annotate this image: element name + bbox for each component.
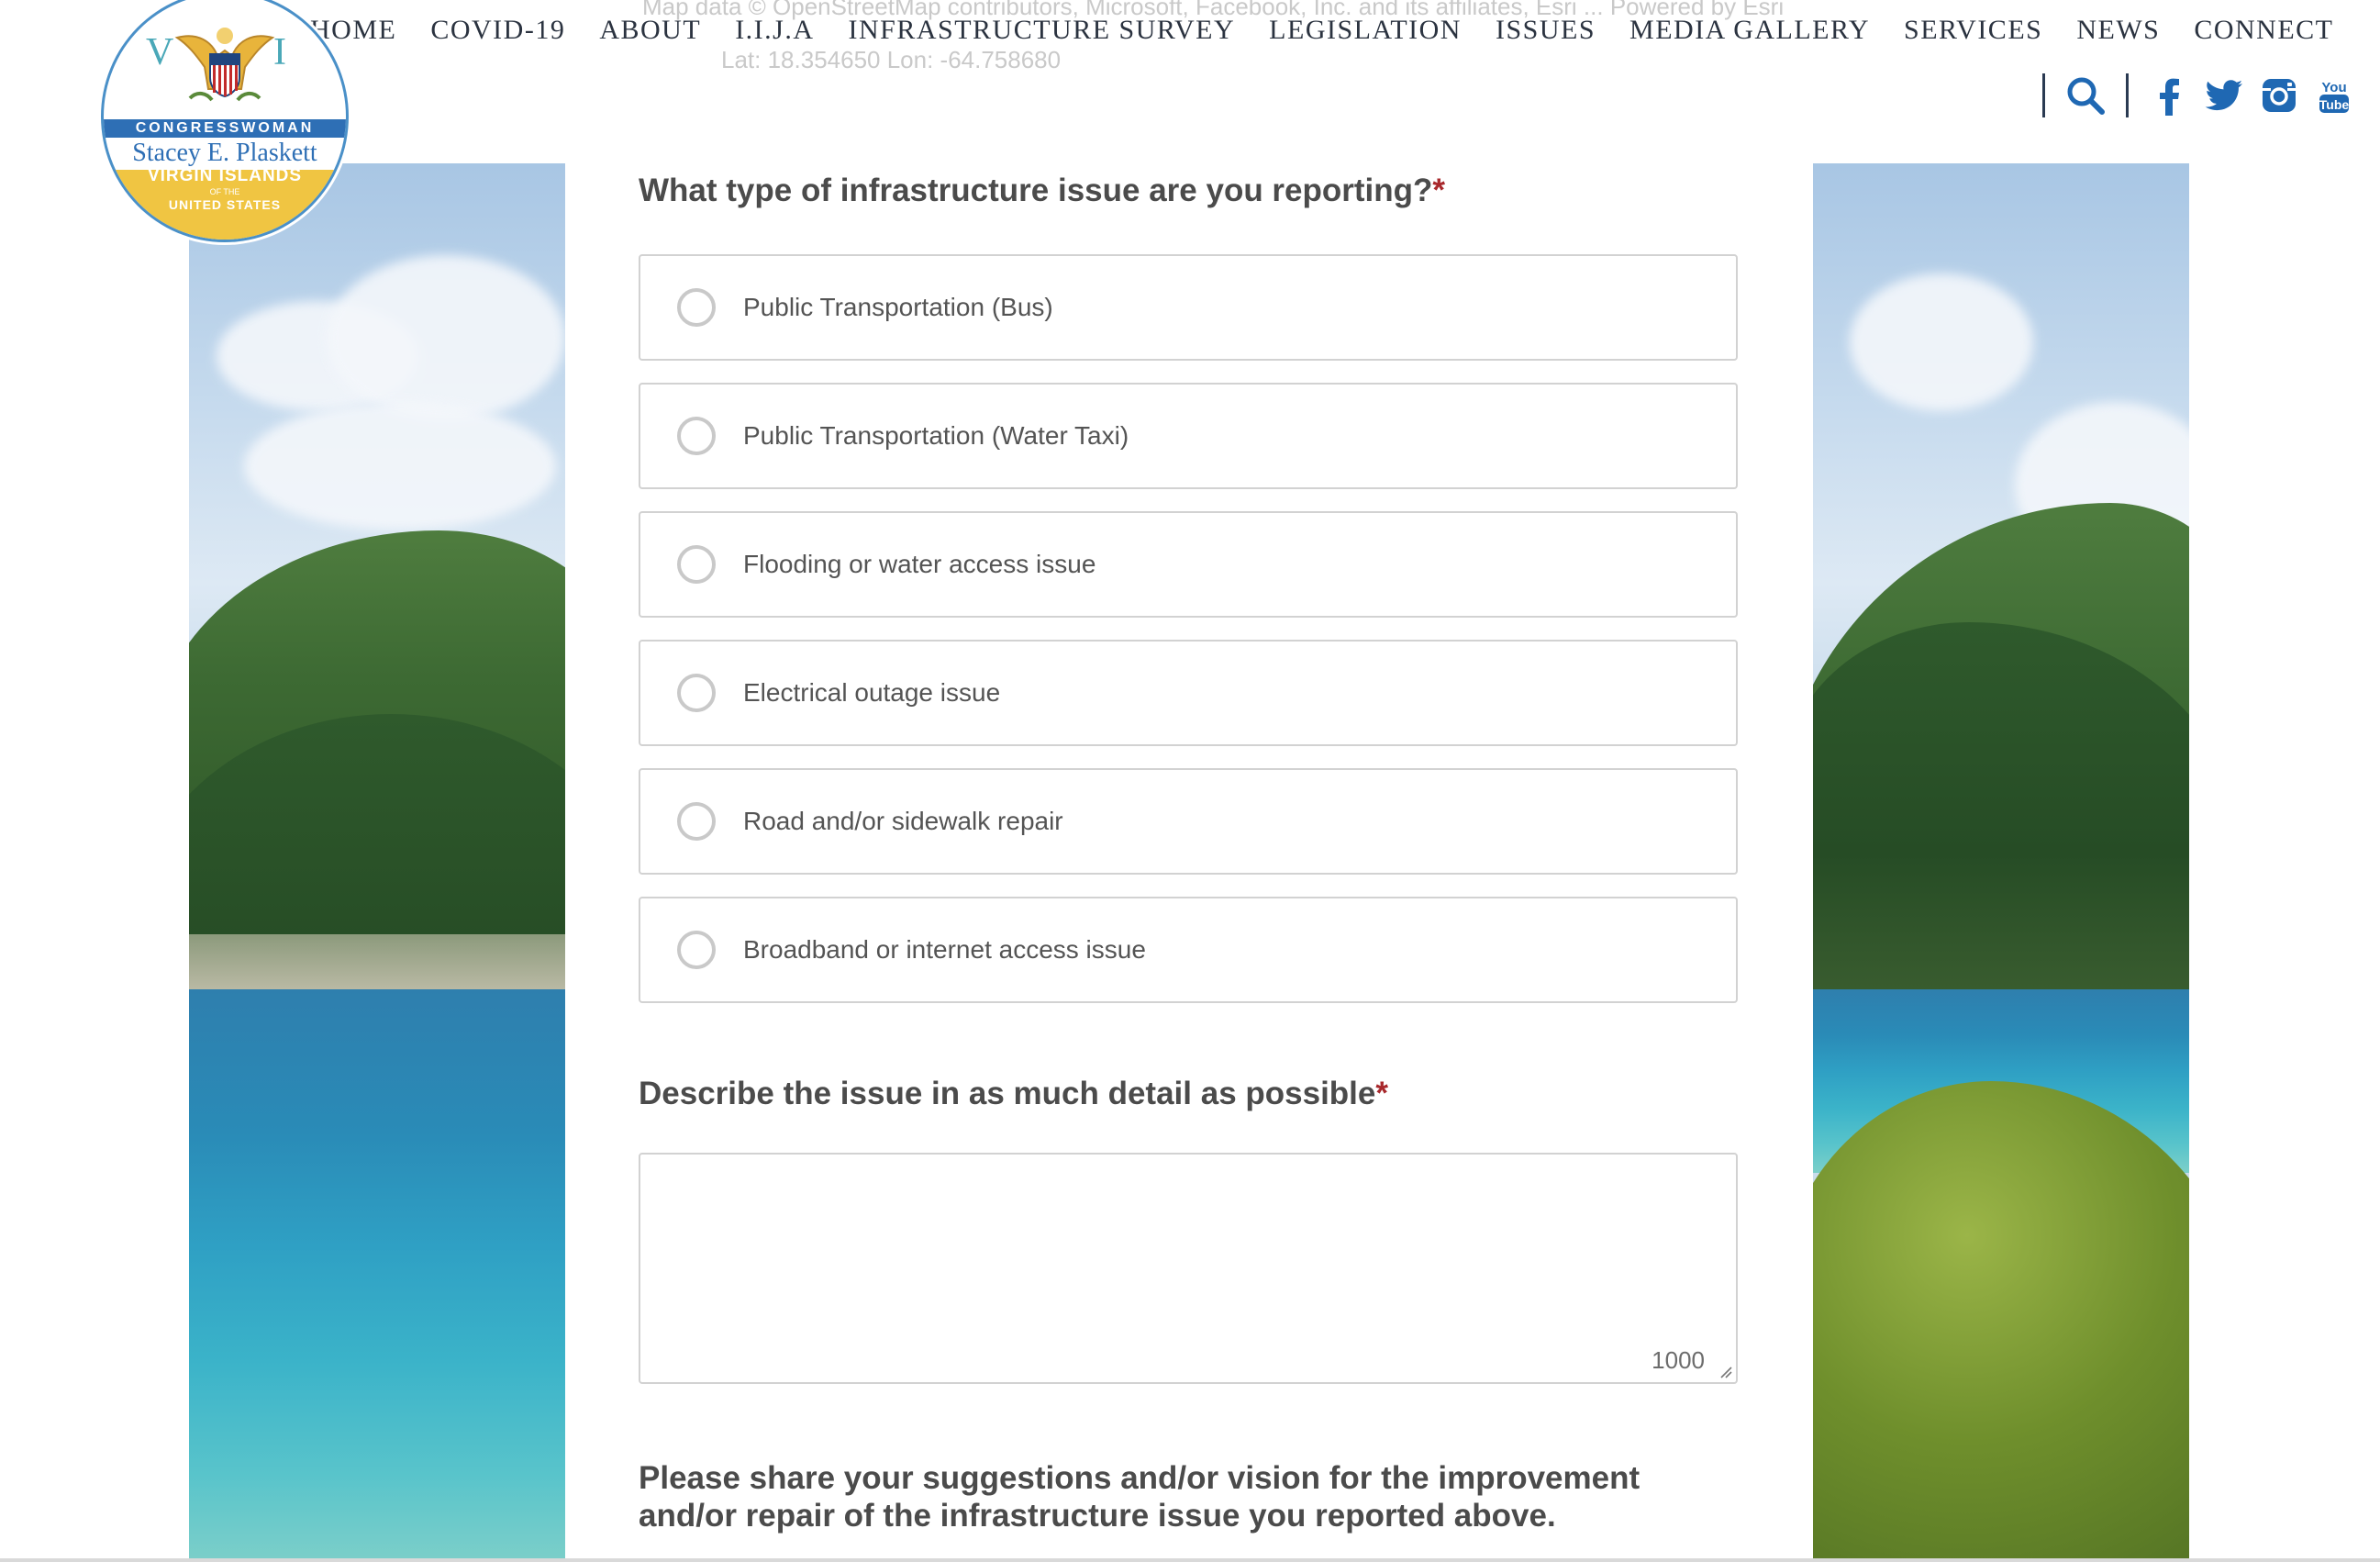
option-road-sidewalk[interactable]: Road and/or sidewalk repair <box>639 768 1738 875</box>
background-scenery-left <box>189 163 565 1562</box>
facebook-icon[interactable] <box>2149 75 2189 116</box>
infrastructure-survey-form: What type of infrastructure issue are yo… <box>565 163 1813 1562</box>
question-text: Describe the issue in as much detail as … <box>639 1076 1376 1111</box>
twitter-icon[interactable] <box>2204 75 2244 116</box>
radio-button[interactable] <box>677 417 716 455</box>
nav-media-gallery[interactable]: MEDIA GALLERY <box>1629 15 1870 46</box>
eagle-seal-icon <box>174 28 275 102</box>
required-marker: * <box>1375 1076 1388 1111</box>
divider <box>2042 73 2045 117</box>
main-nav: HOME COVID-19 ABOUT I.I.J.A INFRASTRUCTU… <box>310 15 2334 46</box>
logo-country: UNITED STATES <box>168 197 282 212</box>
divider <box>2126 73 2129 117</box>
background-scenery-right <box>1813 163 2189 1562</box>
option-label: Public Transportation (Water Taxi) <box>743 421 1129 450</box>
character-counter: 1000 <box>1652 1346 1705 1374</box>
option-label: Flooding or water access issue <box>743 550 1096 578</box>
option-label: Broadband or internet access issue <box>743 935 1146 964</box>
nav-about[interactable]: ABOUT <box>599 15 701 46</box>
question-text: What type of infrastructure issue are yo… <box>639 173 1433 208</box>
youtube-bottom-text: Tube <box>2319 97 2350 112</box>
logo-region: VIRGIN ISLANDS <box>147 166 303 185</box>
nav-issues[interactable]: ISSUES <box>1496 15 1596 46</box>
youtube-icon[interactable]: You Tube <box>2314 75 2354 116</box>
resize-handle-icon[interactable] <box>1718 1364 1732 1378</box>
radio-button[interactable] <box>677 288 716 327</box>
question-suggestions: Please share your suggestions and/or vis… <box>639 1460 1640 1534</box>
window-bottom-edge <box>0 1558 2380 1562</box>
search-icon[interactable] <box>2065 75 2106 116</box>
logo-of-the: OF THE <box>209 187 240 196</box>
radio-button[interactable] <box>677 674 716 712</box>
nav-connect[interactable]: CONNECT <box>2194 15 2333 46</box>
radio-button[interactable] <box>677 545 716 584</box>
nav-services[interactable]: SERVICES <box>1904 15 2042 46</box>
option-label: Road and/or sidewalk repair <box>743 807 1063 835</box>
required-marker: * <box>1432 173 1446 208</box>
congresswoman-logo[interactable]: V I CONGRESSWOMAN Stacey E. Plaskett VIR… <box>101 0 349 242</box>
option-label: Electrical outage issue <box>743 678 1001 707</box>
social-toolbar: You Tube <box>2022 73 2369 117</box>
nav-covid-19[interactable]: COVID-19 <box>430 15 565 46</box>
nav-news[interactable]: NEWS <box>2076 15 2160 46</box>
logo-title: CONGRESSWOMAN <box>104 119 346 138</box>
issue-description-textarea[interactable]: 1000 <box>639 1153 1738 1384</box>
logo-name: Stacey E. Plaskett <box>132 139 317 167</box>
option-bus[interactable]: Public Transportation (Bus) <box>639 254 1738 361</box>
option-broadband[interactable]: Broadband or internet access issue <box>639 897 1738 1003</box>
youtube-top-text: You <box>2321 80 2346 95</box>
option-label: Public Transportation (Bus) <box>743 293 1053 321</box>
option-electrical-outage[interactable]: Electrical outage issue <box>639 640 1738 746</box>
instagram-icon[interactable] <box>2259 75 2299 116</box>
radio-button[interactable] <box>677 931 716 969</box>
option-water-taxi[interactable]: Public Transportation (Water Taxi) <box>639 383 1738 489</box>
nav-legislation[interactable]: LEGISLATION <box>1269 15 1462 46</box>
map-coords-ghost: Lat: 18.354650 Lon: -64.758680 <box>721 46 1062 73</box>
nav-infrastructure-survey[interactable]: INFRASTRUCTURE SURVEY <box>849 15 1236 46</box>
nav-iija[interactable]: I.I.J.A <box>735 15 814 46</box>
option-flooding[interactable]: Flooding or water access issue <box>639 511 1738 618</box>
question-describe-issue: Describe the issue in as much detail as … <box>639 1076 1388 1112</box>
question-issue-type: What type of infrastructure issue are yo… <box>639 173 1445 209</box>
site-header: Map data © OpenStreetMap contributors, M… <box>0 0 2380 163</box>
radio-button[interactable] <box>677 802 716 841</box>
